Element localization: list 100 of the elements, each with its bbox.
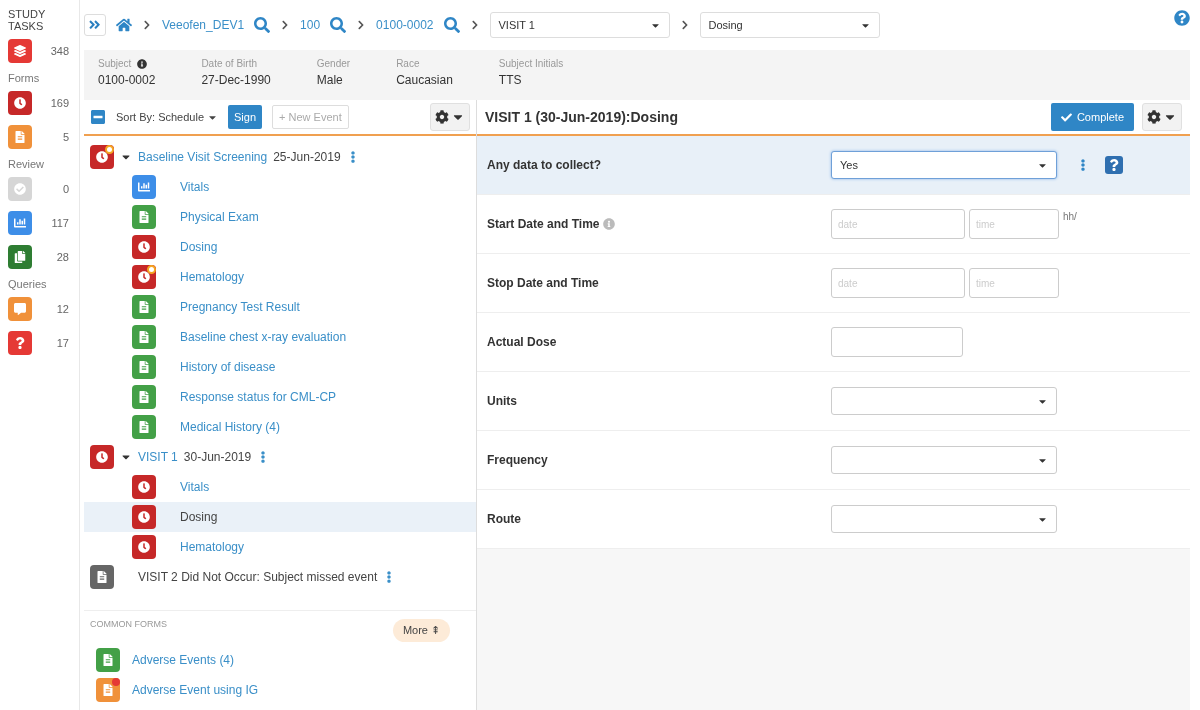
info-value: Caucasian: [396, 73, 453, 87]
double-chevron-icon: [88, 18, 102, 32]
field-label: Stop Date and Time: [487, 276, 599, 290]
breadcrumb-link[interactable]: 0100-0002: [376, 18, 434, 32]
form-row[interactable]: Dosing: [84, 232, 476, 262]
search-icon[interactable]: [254, 17, 271, 33]
form-link[interactable]: Dosing: [180, 240, 218, 254]
document-icon: [8, 125, 32, 149]
form-link[interactable]: History of disease: [180, 360, 276, 374]
select-field[interactable]: [831, 446, 1057, 474]
form-row[interactable]: History of disease: [84, 352, 476, 382]
breadcrumb-select[interactable]: VISIT 1: [489, 12, 670, 38]
breadcrumb-select[interactable]: Dosing: [699, 12, 880, 38]
form-link[interactable]: Physical Exam: [180, 210, 259, 224]
form-link[interactable]: Medical History (4): [180, 420, 281, 434]
form-link[interactable]: Response status for CML-CP: [180, 390, 337, 404]
event-title: VISIT 2 Did Not Occur: Subject missed event: [138, 570, 378, 584]
sort-dropdown[interactable]: Schedule: [158, 111, 204, 123]
dose-field[interactable]: [831, 327, 963, 357]
form-row[interactable]: Response status for CML-CP: [84, 382, 476, 412]
event-date: 30-Jun-2019: [183, 450, 252, 464]
breadcrumb-link[interactable]: Veeofen_DEV1: [162, 18, 245, 32]
form-row[interactable]: Vitals: [84, 172, 476, 202]
info-value: 0100-0002: [98, 73, 156, 87]
section-label: Forms: [8, 72, 41, 84]
copy-icon: [8, 245, 32, 269]
stack-icon: [8, 39, 32, 63]
clock-icon: [8, 91, 32, 115]
task-count[interactable]: 5: [62, 131, 69, 143]
chevron-icon: [679, 20, 690, 30]
more-button[interactable]: More ⇞: [392, 619, 450, 642]
chevron-icon: [142, 20, 152, 30]
form-row[interactable]: Pregnancy Test Result: [84, 292, 476, 322]
task-count[interactable]: 12: [56, 303, 69, 315]
form-title: VISIT 1 (30-Jun-2019):Dosing: [485, 109, 678, 125]
help-icon[interactable]: [1174, 10, 1190, 26]
select-field[interactable]: Yes: [831, 151, 1057, 179]
form-link[interactable]: Dosing: [180, 510, 218, 524]
check-icon: [1060, 111, 1072, 123]
select-field[interactable]: [831, 387, 1057, 415]
field-label: Actual Dose: [487, 335, 557, 349]
chart-icon: [8, 211, 32, 235]
complete-button[interactable]: Complete: [1050, 103, 1134, 131]
form-row[interactable]: Medical History (4): [84, 412, 476, 442]
form-link[interactable]: Vitals: [180, 480, 210, 494]
form-row[interactable]: Physical Exam: [84, 202, 476, 232]
section-label: Review: [8, 158, 46, 170]
question-icon: [8, 331, 32, 355]
field-label: Route: [487, 512, 521, 526]
expand-button[interactable]: [84, 14, 106, 36]
task-count[interactable]: 348: [50, 45, 69, 57]
check-icon: [8, 177, 32, 201]
form-row[interactable]: Dosing: [84, 502, 476, 532]
collapse-icon[interactable]: [90, 109, 106, 125]
sign-button[interactable]: Sign: [228, 105, 263, 129]
select-field[interactable]: [831, 505, 1057, 533]
form-link[interactable]: Hematology: [180, 540, 245, 554]
form-link[interactable]: Pregnancy Test Result: [180, 300, 300, 314]
info-label: Gender: [316, 58, 351, 69]
task-count[interactable]: 0: [62, 183, 69, 195]
search-icon[interactable]: [443, 17, 460, 33]
form-link[interactable]: Adverse Events (4): [132, 653, 235, 667]
form-link[interactable]: Hematology: [180, 270, 245, 284]
form-row[interactable]: Hematology: [84, 532, 476, 562]
info-label: Race: [396, 58, 420, 69]
info-label: Subject Initials: [498, 58, 564, 69]
settings-button[interactable]: [1142, 103, 1182, 131]
task-count[interactable]: 28: [56, 251, 69, 263]
form-row[interactable]: Vitals: [84, 472, 476, 502]
task-count[interactable]: 117: [51, 217, 69, 229]
breadcrumb-link[interactable]: 100: [300, 18, 321, 32]
form-link[interactable]: Baseline chest x-ray evaluation: [180, 330, 347, 344]
form-link[interactable]: Adverse Event using IG: [132, 683, 259, 697]
time-format-hint: hh/: [1063, 211, 1077, 222]
new-event-button[interactable]: + New Event: [272, 105, 349, 129]
help-icon[interactable]: [1105, 156, 1123, 174]
section-title: COMMON FORMS: [90, 619, 167, 629]
task-count[interactable]: 169: [50, 97, 69, 109]
info-icon: [137, 58, 148, 69]
gear-icon: [435, 110, 449, 124]
form-row[interactable]: Baseline chest x-ray evaluation: [84, 322, 476, 352]
field-label: Any data to collect?: [487, 158, 602, 172]
task-count[interactable]: 17: [56, 337, 69, 349]
home-icon[interactable]: [116, 17, 132, 33]
event-date: 25-Jun-2019: [273, 150, 341, 164]
info-value: 27-Dec-1990: [201, 73, 271, 87]
sort-label: Sort By:: [116, 111, 156, 123]
event-link[interactable]: VISIT 1: [138, 450, 178, 464]
sidebar-title: STUDY TASKS: [8, 8, 47, 32]
event-link[interactable]: Baseline Visit Screening: [138, 150, 268, 164]
chevron-icon: [469, 20, 480, 30]
gear-icon: [1147, 110, 1161, 124]
form-link[interactable]: Vitals: [180, 180, 210, 194]
section-label: Queries: [8, 278, 48, 290]
field-label: Units: [487, 394, 517, 408]
settings-button[interactable]: [430, 103, 470, 131]
info-value: Male: [316, 73, 344, 87]
search-icon[interactable]: [330, 17, 347, 33]
info-icon: [603, 218, 616, 230]
form-row[interactable]: Hematology: [84, 262, 476, 292]
